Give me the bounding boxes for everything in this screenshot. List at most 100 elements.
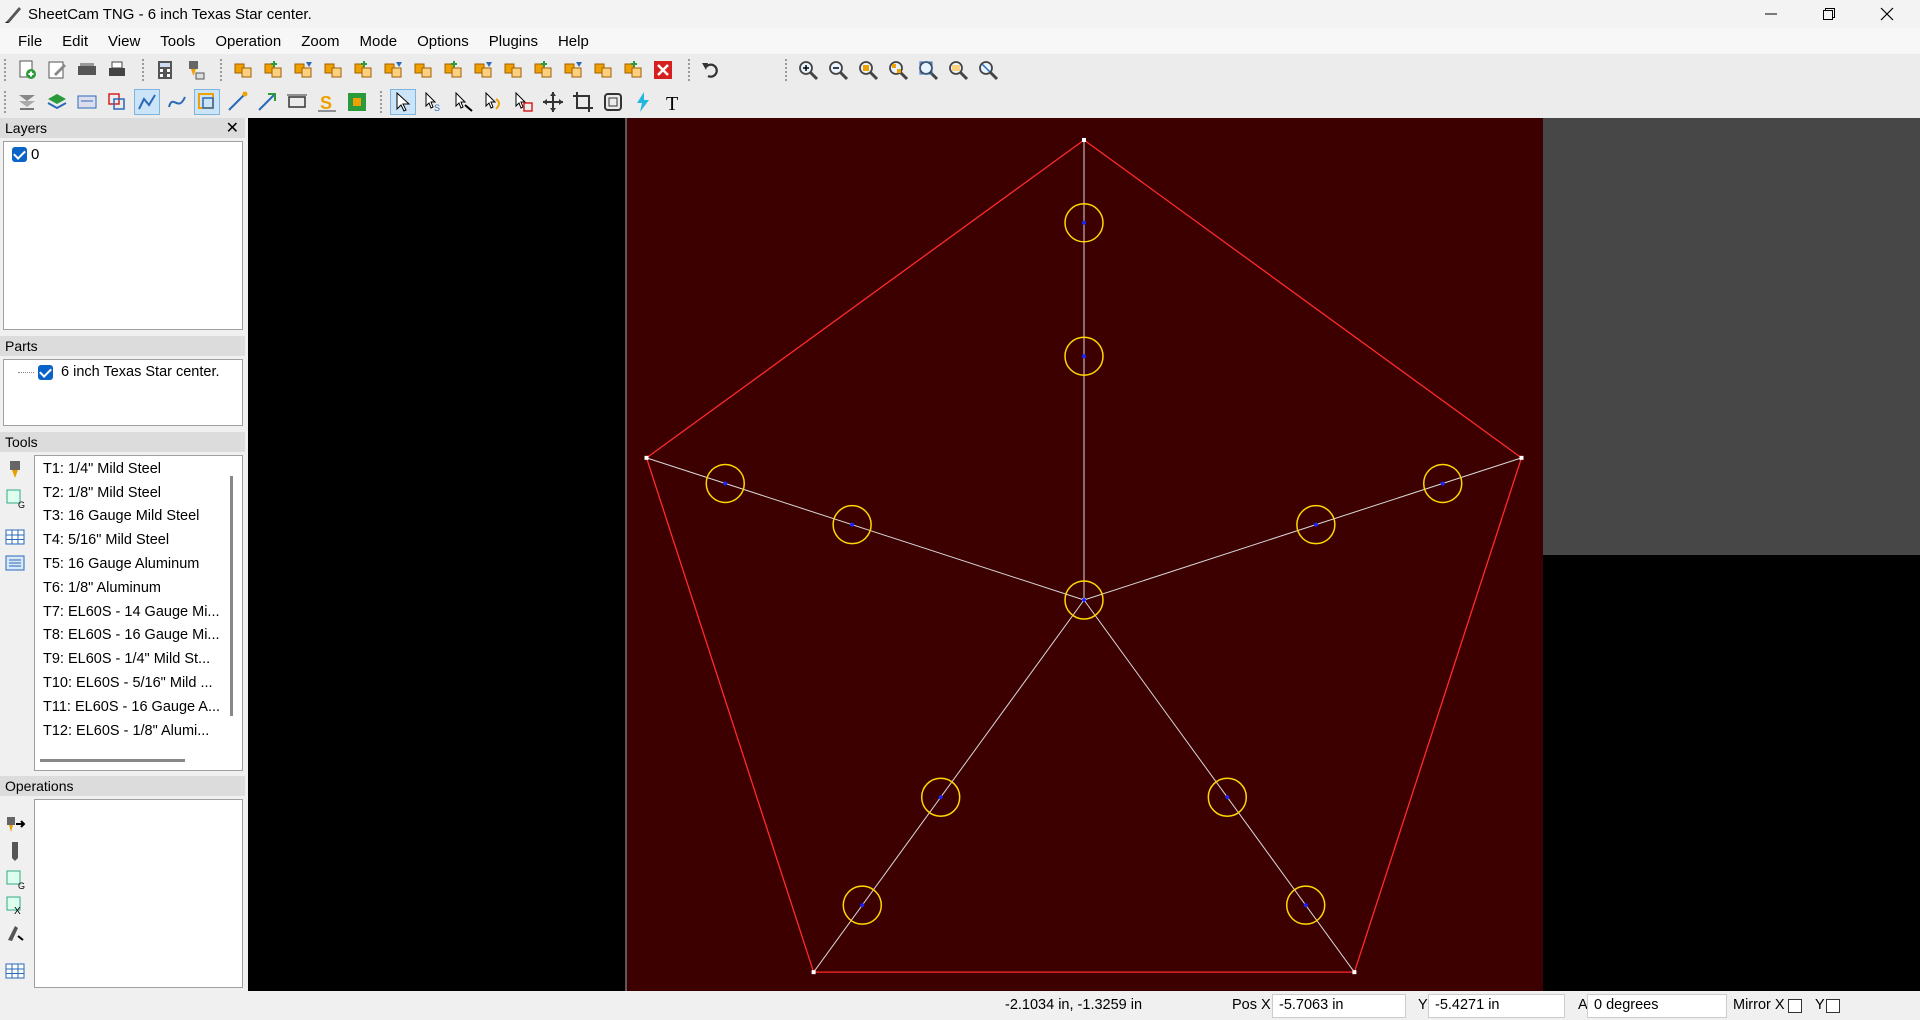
nest-parts-icon[interactable] — [320, 57, 346, 83]
zoom-window-icon[interactable] — [975, 57, 1001, 83]
toolbar-grip[interactable] — [380, 91, 384, 113]
polyline-icon[interactable] — [134, 89, 160, 115]
group-parts-icon[interactable] — [530, 57, 556, 83]
crop-icon[interactable] — [570, 89, 596, 115]
menu-view[interactable]: View — [98, 33, 150, 50]
drill-operation-icon[interactable] — [4, 840, 26, 862]
machine-icon[interactable] — [74, 57, 100, 83]
close-panel-icon[interactable]: ✕ — [226, 118, 239, 138]
undo-icon[interactable] — [698, 57, 724, 83]
move-icon[interactable] — [540, 89, 566, 115]
tab-icon[interactable] — [344, 89, 370, 115]
ungroup-parts-icon[interactable] — [560, 57, 586, 83]
tool-item[interactable]: T12: EL60S - 1/8" Alumi... — [35, 719, 242, 743]
menu-edit[interactable]: Edit — [52, 33, 98, 50]
move-part-icon[interactable] — [410, 57, 436, 83]
toolbar-grip[interactable] — [688, 59, 692, 81]
start-point-icon[interactable] — [224, 89, 250, 115]
edit-job-icon[interactable] — [44, 57, 70, 83]
operation-table-icon[interactable] — [4, 960, 26, 982]
toolbar-grip[interactable] — [4, 59, 8, 81]
tool-item[interactable]: T4: 5/16" Mild Steel — [35, 528, 242, 552]
part-settings-icon[interactable] — [620, 57, 646, 83]
layer-checkbox[interactable] — [12, 147, 27, 162]
lightning-icon[interactable] — [630, 89, 656, 115]
select-arrow-icon[interactable] — [390, 89, 416, 115]
layer-item[interactable]: 0 — [4, 142, 242, 167]
tool-change-icon[interactable] — [4, 922, 26, 944]
restore-button[interactable] — [1800, 0, 1858, 28]
layer-icon[interactable] — [44, 89, 70, 115]
tool-item[interactable]: T11: EL60S - 16 Gauge A... — [35, 695, 242, 719]
zoom-part-icon[interactable] — [855, 57, 881, 83]
menu-mode[interactable]: Mode — [350, 33, 408, 50]
rotate-part-icon[interactable] — [440, 57, 466, 83]
tool-item[interactable]: T7: EL60S - 14 Gauge Mi... — [35, 600, 242, 624]
add-part-icon[interactable] — [380, 57, 406, 83]
part-item[interactable]: 6 inch Texas Star center. — [4, 360, 242, 380]
offset-icon[interactable] — [194, 89, 220, 115]
direction-icon[interactable] — [450, 89, 476, 115]
import-multiple-icon[interactable] — [260, 57, 286, 83]
new-job-icon[interactable] — [14, 57, 40, 83]
zoom-in-icon[interactable] — [795, 57, 821, 83]
tool-item[interactable]: T1: 1/4" Mild Steel — [35, 457, 242, 481]
menu-plugins[interactable]: Plugins — [479, 33, 548, 50]
minimize-button[interactable] — [1742, 0, 1800, 28]
zoom-fit-icon[interactable] — [915, 57, 941, 83]
array-part-icon[interactable] — [470, 57, 496, 83]
tools-horizontal-scrollbar[interactable] — [40, 759, 185, 762]
tool-list-icon[interactable] — [4, 552, 26, 574]
menu-tools[interactable]: Tools — [150, 33, 205, 50]
toolbar-grip[interactable] — [4, 91, 8, 113]
part-copy-icon[interactable] — [350, 57, 376, 83]
mirror-x-checkbox[interactable] — [1788, 999, 1802, 1013]
tool-item[interactable]: T10: EL60S - 5/16" Mild ... — [35, 671, 242, 695]
tool-item[interactable]: T9: EL60S - 1/4" Mild St... — [35, 647, 242, 671]
toolbar-grip[interactable] — [142, 59, 146, 81]
layers-edit-icon[interactable] — [14, 89, 40, 115]
lead-in-icon[interactable] — [480, 89, 506, 115]
select-box-icon[interactable] — [510, 89, 536, 115]
mirror-y-checkbox[interactable] — [1826, 999, 1840, 1013]
zoom-sheet-icon[interactable] — [945, 57, 971, 83]
menu-help[interactable]: Help — [548, 33, 599, 50]
import-drawing-icon[interactable] — [230, 57, 256, 83]
script-icon[interactable]: S — [314, 89, 340, 115]
tool-item[interactable]: T2: 1/8" Mild Steel — [35, 481, 242, 505]
tools-vertical-scrollbar[interactable] — [230, 476, 233, 716]
pos-x-field[interactable]: -5.7063 in — [1272, 994, 1406, 1018]
drawing-canvas[interactable] — [248, 118, 1920, 991]
new-code-tool-icon[interactable]: G — [4, 487, 26, 510]
calculator-icon[interactable] — [152, 57, 178, 83]
code-operation-icon[interactable]: G — [4, 868, 26, 891]
new-plasma-tool-icon[interactable] — [4, 459, 26, 481]
close-button[interactable] — [1858, 0, 1916, 28]
canvas-drawing[interactable] — [248, 118, 1920, 991]
pos-y-field[interactable]: -5.4271 in — [1428, 994, 1565, 1018]
post-process-icon[interactable] — [182, 57, 208, 83]
toolbar-grip[interactable] — [220, 59, 224, 81]
print-icon[interactable] — [104, 57, 130, 83]
sheet-icon[interactable] — [74, 89, 100, 115]
fit-sheet-icon[interactable] — [600, 89, 626, 115]
place-part-icon[interactable] — [290, 57, 316, 83]
tool-item[interactable]: T5: 16 Gauge Aluminum — [35, 552, 242, 576]
copy-shapes-icon[interactable] — [104, 89, 130, 115]
select-start-icon[interactable]: S — [420, 89, 446, 115]
tool-table-icon[interactable] — [4, 526, 26, 548]
menu-file[interactable]: File — [8, 33, 52, 50]
line-icon[interactable] — [254, 89, 280, 115]
spline-icon[interactable] — [164, 89, 190, 115]
part-origin-icon[interactable] — [500, 57, 526, 83]
part-checkbox[interactable] — [38, 364, 53, 380]
tool-item[interactable]: T8: EL60S - 16 Gauge Mi... — [35, 624, 242, 648]
tool-item[interactable]: T3: 16 Gauge Mild Steel — [35, 505, 242, 529]
menu-operation[interactable]: Operation — [205, 33, 291, 50]
delete-part-icon[interactable] — [650, 57, 676, 83]
menu-options[interactable]: Options — [407, 33, 479, 50]
edit-part-icon[interactable] — [590, 57, 616, 83]
text-icon[interactable]: T — [660, 89, 686, 115]
zoom-all-parts-icon[interactable] — [885, 57, 911, 83]
zoom-out-icon[interactable] — [825, 57, 851, 83]
